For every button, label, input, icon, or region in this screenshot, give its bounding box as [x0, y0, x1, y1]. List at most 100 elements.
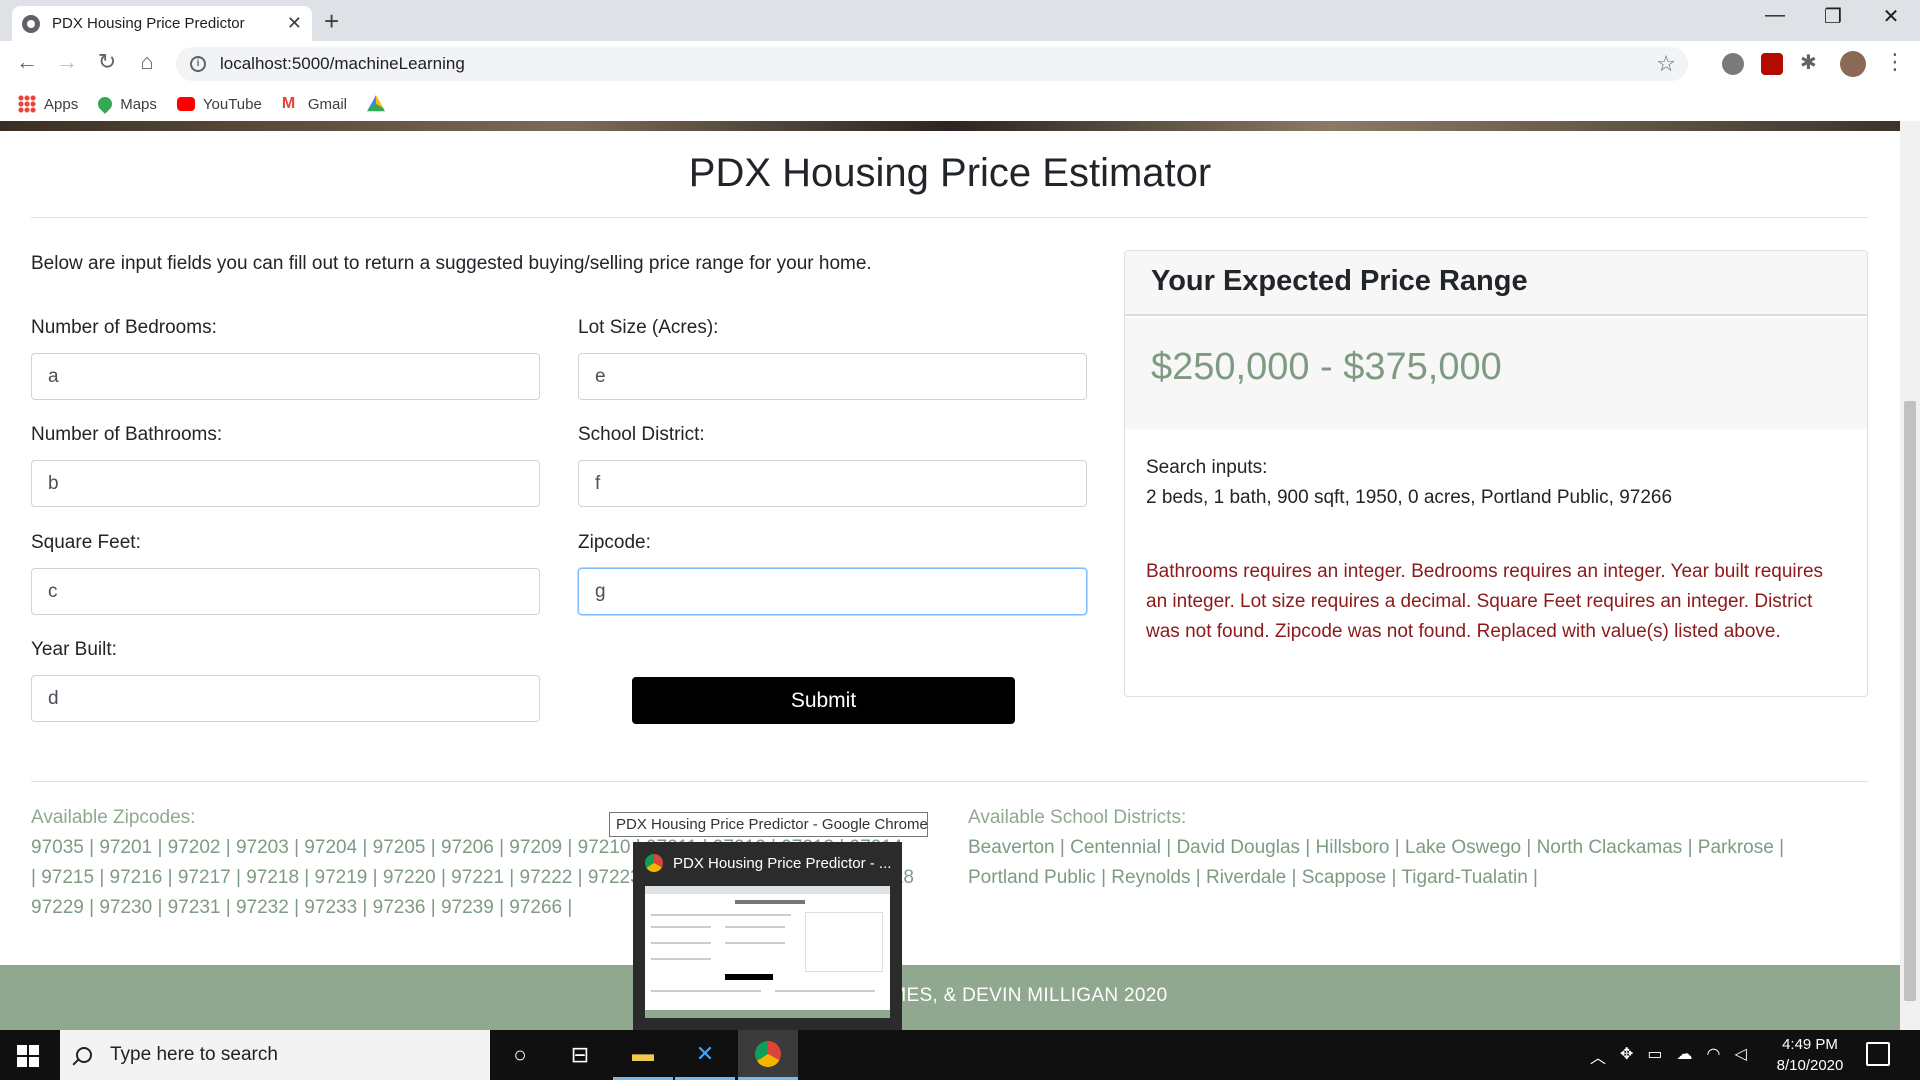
drive-extension-icon[interactable] [1722, 53, 1744, 75]
gmail-icon: M [281, 95, 296, 112]
divider [31, 217, 1868, 218]
price-range-value: $250,000 - $375,000 [1151, 346, 1502, 388]
close-window-icon[interactable]: ✕ [1868, 4, 1914, 29]
page-scrollbar[interactable] [1900, 121, 1920, 1030]
school-district-input[interactable] [578, 460, 1087, 507]
profile-avatar[interactable] [1840, 51, 1866, 77]
bookmark-gmail[interactable]: M Gmail [282, 95, 347, 113]
bookmark-maps[interactable]: Maps [95, 94, 157, 114]
browser-toolbar: ← → ↻ ⌂ i localhost:5000/machineLearning… [0, 41, 1920, 87]
browser-tab[interactable]: PDX Housing Price Predictor ✕ [12, 6, 312, 41]
tray-chevron-icon[interactable]: ︿ [1590, 1044, 1606, 1068]
districts-line: Beaverton | Centennial | David Douglas |… [968, 837, 1785, 858]
minimize-icon[interactable]: — [1752, 4, 1798, 27]
bedrooms-input[interactable] [31, 353, 540, 400]
bookmark-apps[interactable]: Apps [18, 95, 78, 113]
bedrooms-label: Number of Bedrooms: [31, 317, 217, 338]
thumb-line [725, 942, 785, 944]
maps-pin-icon [95, 94, 116, 114]
thumb-card [805, 912, 883, 972]
clock-date: 8/10/2020 [1776, 1057, 1844, 1074]
clock-time: 4:49 PM [1782, 1036, 1838, 1053]
onedrive-icon[interactable]: ☁ [1677, 1044, 1693, 1068]
system-tray[interactable]: ︿ ✥ ▭ ☁ ◠ ◁ [1590, 1044, 1747, 1068]
bookmark-label: Gmail [307, 95, 348, 113]
validation-errors: Bathrooms requires an integer. Bedrooms … [1146, 561, 1824, 642]
school-district-label: School District: [578, 424, 705, 445]
chrome-taskbar-icon[interactable] [738, 1030, 798, 1080]
footer-credits: © ... RISTAN HOLMES, & DEVIN MILLIGAN 20… [732, 985, 1168, 1006]
tab-favicon-icon [22, 14, 40, 33]
tab-close-icon[interactable]: ✕ [287, 13, 302, 34]
vscode-icon[interactable]: ✕ [675, 1030, 735, 1080]
thumb-line [775, 990, 875, 992]
bookmark-drive[interactable] [367, 95, 393, 113]
dropbox-icon[interactable]: ✥ [1620, 1044, 1633, 1068]
google-drive-icon [367, 95, 386, 112]
zipcodes-title: Available Zipcodes: [31, 807, 196, 828]
window-tooltip: PDX Housing Price Predictor - Google Chr… [609, 812, 928, 837]
divider [31, 781, 1868, 782]
windows-start-icon[interactable] [17, 1045, 39, 1067]
wifi-icon[interactable]: ◠ [1707, 1044, 1721, 1068]
sqft-input[interactable] [31, 568, 540, 615]
reload-icon[interactable]: ↻ [92, 49, 122, 75]
bookmarks-bar: Apps Maps YouTube M Gmail [0, 87, 1920, 121]
menu-dots-icon[interactable]: ⋮ [1880, 49, 1910, 75]
lot-size-input[interactable] [578, 353, 1087, 400]
page-title: PDX Housing Price Estimator [688, 151, 1212, 195]
forward-icon[interactable]: → [52, 49, 82, 75]
sqft-label: Square Feet: [31, 532, 141, 553]
bookmark-star-icon[interactable]: ☆ [1656, 51, 1676, 77]
bathrooms-input[interactable] [31, 460, 540, 507]
preview-title: PDX Housing Price Predictor - ... [673, 855, 892, 872]
maximize-icon[interactable]: ❐ [1810, 4, 1856, 29]
back-icon[interactable]: ← [12, 49, 42, 75]
battery-icon[interactable]: ▭ [1647, 1044, 1662, 1068]
search-inputs-label: Search inputs: [1146, 457, 1268, 478]
taskbar-search-box[interactable]: Type here to search [60, 1030, 490, 1080]
home-icon[interactable]: ⌂ [132, 49, 162, 75]
thumb-button [725, 974, 773, 980]
youtube-icon [176, 97, 195, 111]
file-explorer-icon[interactable]: ▬ [613, 1030, 673, 1080]
tab-title: PDX Housing Price Predictor [52, 15, 245, 32]
volume-icon[interactable]: ◁ [1735, 1044, 1747, 1068]
year-built-input[interactable] [31, 675, 540, 722]
new-tab-button[interactable]: + [324, 6, 339, 37]
scrollbar-thumb[interactable] [1904, 401, 1916, 1001]
taskbar-window-preview[interactable]: PDX Housing Price Predictor - ... [633, 842, 902, 1030]
preview-thumbnail[interactable] [645, 886, 890, 1018]
task-view-icon[interactable]: ⊟ [550, 1030, 610, 1080]
lot-size-label: Lot Size (Acres): [578, 317, 719, 338]
chrome-logo-icon [755, 1040, 781, 1067]
page-footer: © ... RISTAN HOLMES, & DEVIN MILLIGAN 20… [0, 965, 1900, 1030]
price-panel: $250,000 - $375,000 [1125, 318, 1867, 429]
taskbar-clock[interactable]: 4:49 PM 8/10/2020 [1760, 1034, 1860, 1076]
page-viewport: PDX Housing Price Estimator Below are in… [0, 121, 1900, 1030]
year-built-label: Year Built: [31, 639, 117, 660]
search-icon [76, 1047, 92, 1063]
intro-text: Below are input fields you can fill out … [31, 253, 872, 274]
thumb-title [735, 900, 805, 904]
submit-button[interactable]: Submit [632, 677, 1015, 724]
thumb-line [651, 926, 711, 928]
thumb-line [725, 926, 785, 928]
address-bar[interactable]: i localhost:5000/machineLearning ☆ [176, 47, 1688, 81]
thumb-tabbar [645, 886, 890, 894]
thumb-line [651, 958, 711, 960]
districts-title: Available School Districts: [968, 807, 1187, 828]
bookmark-youtube[interactable]: YouTube [176, 95, 262, 113]
url-text: localhost:5000/machineLearning [220, 54, 465, 73]
windows-taskbar: Type here to search ○ ⊟ ▬ ✕ ︿ ✥ ▭ ☁ ◠ ◁ … [0, 1030, 1920, 1080]
site-info-icon[interactable]: i [190, 56, 206, 72]
zipcode-input[interactable] [578, 568, 1087, 615]
bookmark-label: YouTube [202, 95, 262, 113]
header-image-strip [0, 121, 1900, 131]
extensions-puzzle-icon[interactable]: ✱ [1800, 50, 1822, 74]
notification-center-icon[interactable] [1866, 1042, 1890, 1066]
cortana-icon[interactable]: ○ [490, 1030, 550, 1080]
thumb-line [651, 914, 791, 916]
pdf-extension-icon[interactable] [1761, 53, 1783, 75]
districts-list: Beaverton | Centennial | David Douglas |… [968, 833, 1784, 893]
